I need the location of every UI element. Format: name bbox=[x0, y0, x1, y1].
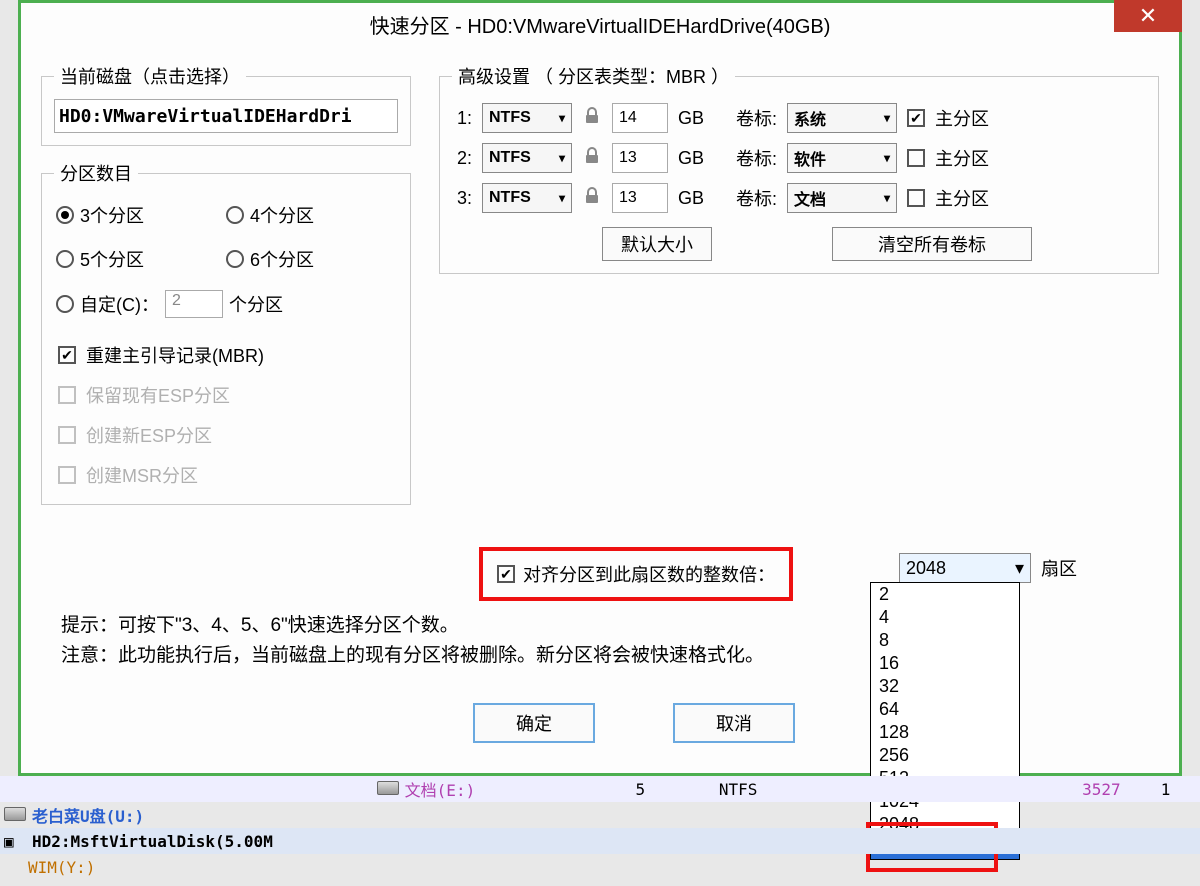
default-size-button[interactable]: 默认大小 bbox=[602, 227, 712, 261]
chevron-down-icon: ▾ bbox=[559, 111, 565, 125]
filesystem-select[interactable]: NTFS▾ bbox=[482, 183, 572, 213]
chevron-down-icon: ▾ bbox=[884, 151, 890, 165]
new-esp-checkbox: 创建新ESP分区 bbox=[58, 422, 394, 448]
checkbox-icon bbox=[58, 426, 76, 444]
partition-count-group: 分区数目 3个分区 4个分区 5个分区 6个分区 自定(C)： 2 个分区 重建… bbox=[41, 160, 411, 505]
align-option[interactable]: 32 bbox=[871, 675, 1019, 698]
advanced-settings-group: 高级设置 （ 分区表类型：MBR ） 1:NTFS▾14GB卷标:系统▾主分区2… bbox=[439, 63, 1159, 274]
lock-icon[interactable] bbox=[582, 146, 602, 171]
align-option[interactable]: 64 bbox=[871, 698, 1019, 721]
size-input[interactable]: 14 bbox=[612, 103, 668, 133]
chevron-down-icon: ▾ bbox=[559, 151, 565, 165]
radio-5-partitions[interactable]: 5个分区 bbox=[56, 246, 226, 272]
radio-custom-partitions[interactable]: 自定(C)： 2 个分区 bbox=[56, 290, 396, 318]
radio-icon bbox=[56, 250, 74, 268]
clear-labels-button[interactable]: 清空所有卷标 bbox=[832, 227, 1032, 261]
align-option[interactable]: 128 bbox=[871, 721, 1019, 744]
radio-3-partitions[interactable]: 3个分区 bbox=[56, 202, 226, 228]
align-option[interactable]: 256 bbox=[871, 744, 1019, 767]
radio-6-partitions[interactable]: 6个分区 bbox=[226, 246, 396, 272]
volume-label-select[interactable]: 系统▾ bbox=[787, 103, 897, 133]
align-option[interactable]: 16 bbox=[871, 652, 1019, 675]
size-input[interactable]: 13 bbox=[612, 143, 668, 173]
ok-button[interactable]: 确定 bbox=[473, 703, 595, 743]
primary-checkbox[interactable] bbox=[907, 149, 925, 167]
chevron-down-icon: ▾ bbox=[884, 111, 890, 125]
current-disk-value: HD0:VMwareVirtualIDEHardDri bbox=[59, 106, 352, 127]
filesystem-select[interactable]: NTFS▾ bbox=[482, 103, 572, 133]
align-checkbox[interactable] bbox=[497, 565, 515, 583]
custom-count-spinner[interactable]: 2 bbox=[165, 290, 223, 318]
partition-row: 1:NTFS▾14GB卷标:系统▾主分区 bbox=[452, 103, 1146, 133]
align-option[interactable]: 8 bbox=[871, 629, 1019, 652]
primary-checkbox[interactable] bbox=[907, 189, 925, 207]
current-disk-group: 当前磁盘（点击选择） HD0:VMwareVirtualIDEHardDri bbox=[41, 63, 411, 146]
volume-label-select[interactable]: 文档▾ bbox=[787, 183, 897, 213]
partition-count-legend: 分区数目 bbox=[54, 160, 138, 186]
lock-icon[interactable] bbox=[582, 106, 602, 131]
close-button[interactable]: ✕ bbox=[1114, 0, 1182, 32]
radio-icon bbox=[226, 206, 244, 224]
size-input[interactable]: 13 bbox=[612, 183, 668, 213]
current-disk-selector[interactable]: HD0:VMwareVirtualIDEHardDri bbox=[54, 99, 398, 133]
radio-icon bbox=[56, 206, 74, 224]
usb-drive-icon bbox=[4, 807, 26, 821]
sectors-suffix: 扇区 bbox=[1041, 555, 1077, 581]
radio-icon bbox=[226, 250, 244, 268]
volume-label-select[interactable]: 软件▾ bbox=[787, 143, 897, 173]
keep-esp-checkbox: 保留现有ESP分区 bbox=[58, 382, 394, 408]
advanced-legend: 高级设置 （ 分区表类型：MBR ） bbox=[452, 63, 735, 89]
current-disk-legend: 当前磁盘（点击选择） bbox=[54, 63, 246, 89]
checkbox-icon bbox=[58, 466, 76, 484]
chevron-down-icon: ▾ bbox=[559, 191, 565, 205]
close-icon: ✕ bbox=[1139, 3, 1157, 29]
rebuild-mbr-checkbox[interactable]: 重建主引导记录(MBR) bbox=[58, 342, 394, 368]
chevron-down-icon: ▾ bbox=[1015, 558, 1024, 579]
new-msr-checkbox: 创建MSR分区 bbox=[58, 462, 394, 488]
lock-icon[interactable] bbox=[582, 186, 602, 211]
primary-checkbox[interactable] bbox=[907, 109, 925, 127]
volume-icon bbox=[377, 781, 399, 795]
radio-4-partitions[interactable]: 4个分区 bbox=[226, 202, 396, 228]
align-label: 对齐分区到此扇区数的整数倍： bbox=[523, 561, 775, 587]
filesystem-select[interactable]: NTFS▾ bbox=[482, 143, 572, 173]
cancel-button[interactable]: 取消 bbox=[673, 703, 795, 743]
align-option[interactable]: 4 bbox=[871, 606, 1019, 629]
align-option[interactable]: 2 bbox=[871, 583, 1019, 606]
chevron-down-icon: ▾ bbox=[884, 191, 890, 205]
partition-row: 2:NTFS▾13GB卷标:软件▾主分区 bbox=[452, 143, 1146, 173]
title-text: 快速分区 - HD0:VMwareVirtualIDEHardDrive(40G… bbox=[370, 10, 831, 39]
titlebar: 快速分区 - HD0:VMwareVirtualIDEHardDrive(40G… bbox=[21, 3, 1179, 45]
partition-row: 3:NTFS▾13GB卷标:文档▾主分区 bbox=[452, 183, 1146, 213]
hints-text: 提示：可按下"3、4、5、6"快速选择分区个数。 注意：此功能执行后，当前磁盘上… bbox=[61, 611, 764, 672]
checkbox-icon bbox=[58, 346, 76, 364]
align-highlight-box: 对齐分区到此扇区数的整数倍： bbox=[479, 547, 793, 601]
align-sector-select[interactable]: 2048 ▾ bbox=[899, 553, 1031, 583]
radio-icon bbox=[56, 295, 74, 313]
checkbox-icon bbox=[58, 386, 76, 404]
background-disk-table: 文档(E:) 5 NTFS 3527 1 老白菜U盘(U:) ▣ HD2:Msf… bbox=[0, 776, 1200, 880]
